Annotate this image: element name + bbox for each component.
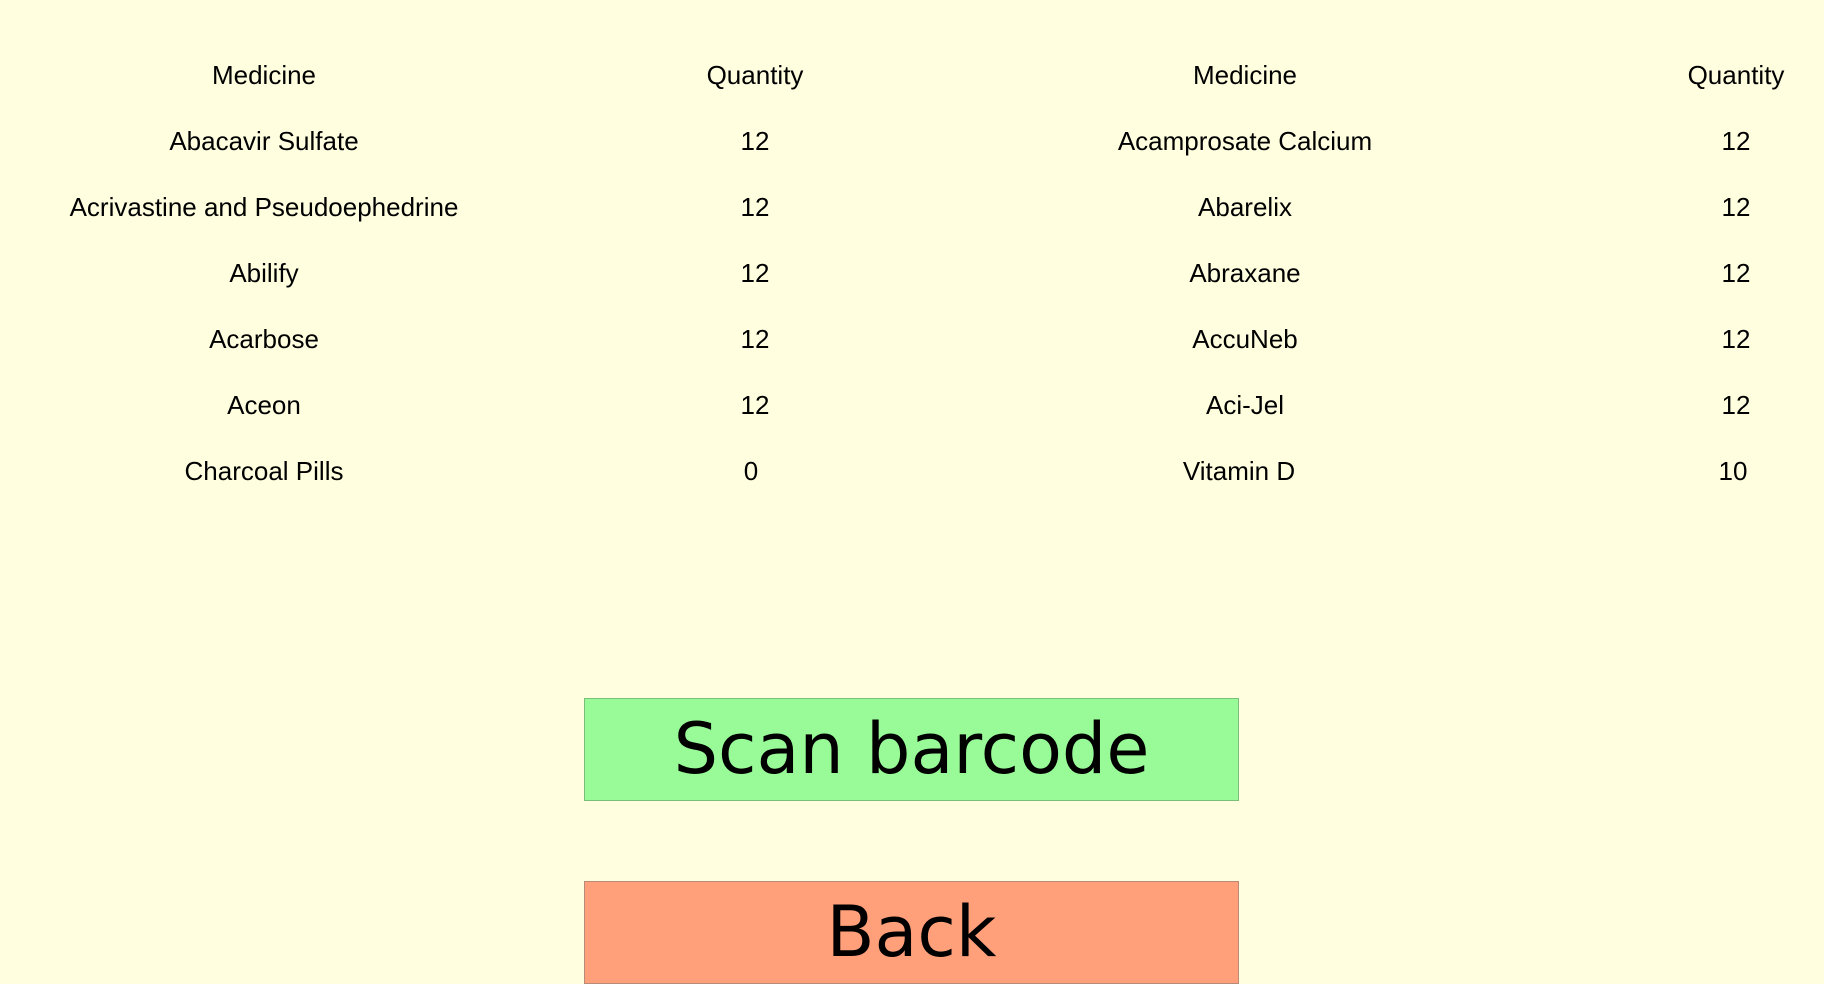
column-header-medicine: Medicine [1192, 60, 1298, 90]
medicine-name: Abacavir Sulfate [169, 126, 359, 156]
column-header-quantity: Quantity [706, 60, 804, 90]
table-row: Abacavir Sulfate 12 Acamprosate Calcium … [0, 121, 1824, 161]
medicine-name: Abilify [229, 258, 299, 288]
medicine-quantity: 10 [1718, 456, 1748, 486]
medicine-name: Aceon [227, 390, 301, 420]
table-row: Abilify 12 Abraxane 12 [0, 253, 1824, 293]
medicine-quantity: 12 [740, 324, 770, 354]
table-header-row: Medicine Quantity Medicine Quantity [0, 55, 1824, 95]
medicine-name: AccuNeb [1192, 324, 1298, 354]
table-row: Acarbose 12 AccuNeb 12 [0, 319, 1824, 359]
medicine-name: Abraxane [1189, 258, 1301, 288]
medicine-quantity: 12 [1721, 324, 1751, 354]
medicine-quantity: 12 [1721, 192, 1751, 222]
medicine-name: Charcoal Pills [184, 456, 344, 486]
medicine-name: Abarelix [1198, 192, 1292, 222]
table-row: Aceon 12 Aci-Jel 12 [0, 385, 1824, 425]
medicine-quantity: 12 [1721, 258, 1751, 288]
medicine-quantity: 12 [740, 192, 770, 222]
medicine-quantity: 0 [743, 456, 759, 486]
medicine-quantity: 12 [1721, 126, 1751, 156]
medicine-name: Acamprosate Calcium [1117, 126, 1373, 156]
medicine-quantity: 12 [1721, 390, 1751, 420]
column-header-quantity: Quantity [1687, 60, 1785, 90]
table-row: Charcoal Pills 0 Vitamin D 10 [0, 451, 1824, 491]
table-row: Acrivastine and Pseudoephedrine 12 Abare… [0, 187, 1824, 227]
column-header-medicine: Medicine [211, 60, 317, 90]
medicine-quantity: 12 [740, 126, 770, 156]
medicine-quantity: 12 [740, 258, 770, 288]
back-button[interactable]: Back [584, 881, 1239, 984]
medicine-name: Vitamin D [1182, 456, 1296, 486]
medicine-name: Aci-Jel [1205, 390, 1285, 420]
medicine-quantity: 12 [740, 390, 770, 420]
medicine-name: Acrivastine and Pseudoephedrine [69, 192, 459, 222]
medicine-name: Acarbose [209, 324, 319, 354]
scan-barcode-button[interactable]: Scan barcode [584, 698, 1239, 801]
